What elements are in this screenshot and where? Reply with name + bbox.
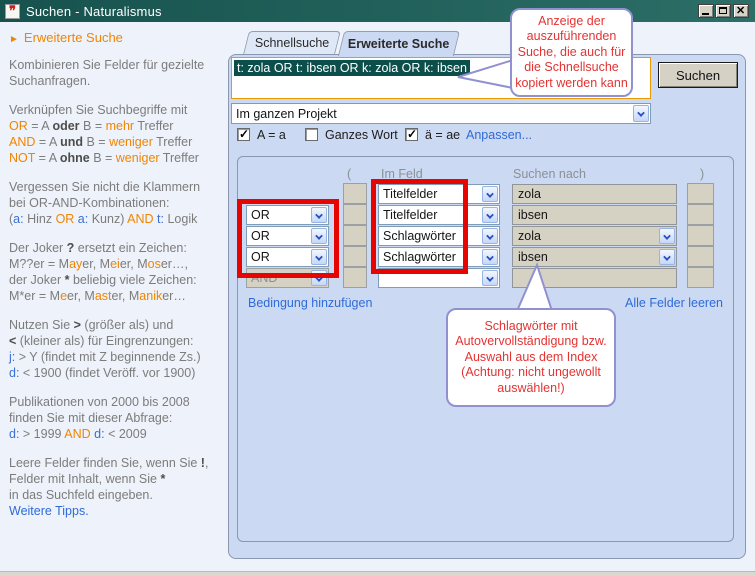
weitere-tipps-link[interactable]: Weitere Tipps. xyxy=(9,503,233,519)
operator-select[interactable]: OR xyxy=(246,226,329,246)
chevron-down-icon[interactable] xyxy=(311,207,327,223)
checkbox-ganzes-wort-label: Ganzes Wort xyxy=(325,128,398,142)
chevron-down-icon[interactable] xyxy=(311,249,327,265)
column-header-open-paren: ( xyxy=(347,167,351,181)
column-header-im-feld: Im Feld xyxy=(381,167,423,181)
window-bottom-edge xyxy=(0,571,755,576)
options-row: ✓ A = a Ganzes Wort ✓ ä = ae Anpassen... xyxy=(0,128,755,144)
term-combobox[interactable]: zola xyxy=(512,226,677,246)
checkbox-a-eq-a-label: A = a xyxy=(257,128,286,142)
app-window: ❞ Suchen - Naturalismus ✕ ►Erweiterte Su… xyxy=(0,0,755,576)
checkbox-ganzes-wort[interactable] xyxy=(305,128,318,141)
tab-erweiterte-suche[interactable]: Erweiterte Suche xyxy=(338,31,460,56)
callout-tail xyxy=(505,262,565,312)
anpassen-link[interactable]: Anpassen... xyxy=(466,128,532,142)
help-paragraph: Kombinieren Sie Felder für gezielteSucha… xyxy=(9,57,233,89)
chevron-down-icon[interactable] xyxy=(482,270,498,286)
close-paren-cell[interactable] xyxy=(687,183,714,204)
open-paren-cell[interactable] xyxy=(343,204,367,225)
help-paragraph: Vergessen Sie nicht die Klammernbei OR-A… xyxy=(9,179,233,227)
triangle-right-icon: ► xyxy=(9,34,19,45)
field-select[interactable] xyxy=(378,268,500,288)
help-paragraph: Publikationen von 2000 bis 2008finden Si… xyxy=(9,394,233,442)
chevron-down-icon[interactable] xyxy=(482,207,498,223)
chevron-down-icon[interactable] xyxy=(482,228,498,244)
term-input[interactable]: ibsen xyxy=(512,205,677,225)
alle-felder-leeren-link[interactable]: Alle Felder leeren xyxy=(625,296,723,310)
maximize-button[interactable] xyxy=(715,4,731,18)
chevron-down-icon[interactable] xyxy=(633,105,649,122)
minimize-button[interactable] xyxy=(698,4,714,18)
term-input[interactable]: zola xyxy=(512,184,677,204)
chevron-down-icon[interactable] xyxy=(482,186,498,202)
callout-keyword-note: Schlagwörter mit Autovervollständigung b… xyxy=(446,308,616,407)
help-paragraph: Leere Felder finden Sie, wenn Sie !,Feld… xyxy=(9,455,233,519)
checkbox-ae-label: ä = ae xyxy=(425,128,460,142)
checkbox-ae[interactable]: ✓ xyxy=(405,128,418,141)
window-title: Suchen - Naturalismus xyxy=(26,4,162,19)
maximize-icon xyxy=(719,7,727,14)
field-select[interactable]: Titelfelder xyxy=(378,184,500,204)
column-header-close-paren: ) xyxy=(700,167,704,181)
advanced-search-heading: ►Erweiterte Suche xyxy=(9,30,233,48)
operator-select[interactable]: OR xyxy=(246,247,329,267)
app-icon: ❞ xyxy=(5,4,20,19)
bedingung-hinzufuegen-link[interactable]: Bedingung hinzufügen xyxy=(248,296,372,310)
help-sidebar: ►Erweiterte Suche Kombinieren Sie Felder… xyxy=(9,30,233,519)
callout-tail xyxy=(455,50,515,92)
help-paragraph: Der Joker ? ersetzt ein Zeichen:M??er = … xyxy=(9,240,233,304)
query-selected-text: t: zola OR t: ibsen OR k: zola OR k: ibs… xyxy=(234,60,470,76)
close-paren-cell[interactable] xyxy=(687,204,714,225)
chevron-down-icon[interactable] xyxy=(482,249,498,265)
help-paragraph: Nutzen Sie > (größer als) und< (kleiner … xyxy=(9,317,233,381)
field-select[interactable]: Schlagwörter xyxy=(378,226,500,246)
scope-select[interactable]: Im ganzen Projekt xyxy=(231,103,651,124)
close-paren-cell[interactable] xyxy=(687,267,714,288)
close-paren-cell[interactable] xyxy=(687,246,714,267)
close-button[interactable]: ✕ xyxy=(733,4,749,18)
chevron-down-icon[interactable] xyxy=(311,270,327,286)
open-paren-cell[interactable] xyxy=(343,183,367,204)
operator-select[interactable]: OR xyxy=(246,205,329,225)
field-select[interactable]: Titelfelder xyxy=(378,205,500,225)
open-paren-cell[interactable] xyxy=(343,267,367,288)
close-icon: ✕ xyxy=(736,5,745,17)
chevron-down-icon[interactable] xyxy=(659,228,675,244)
callout-query-note: Anzeige der auszuführenden Suche, die au… xyxy=(510,8,633,97)
close-paren-cell[interactable] xyxy=(687,225,714,246)
column-header-suchen-nach: Suchen nach xyxy=(513,167,586,181)
minimize-icon xyxy=(702,13,709,15)
titlebar: ❞ Suchen - Naturalismus xyxy=(0,0,755,22)
checkbox-a-eq-a[interactable]: ✓ xyxy=(237,128,250,141)
tab-schnellsuche[interactable]: Schnellsuche xyxy=(243,31,341,54)
field-select[interactable]: Schlagwörter xyxy=(378,247,500,267)
chevron-down-icon[interactable] xyxy=(311,228,327,244)
operator-select-disabled[interactable]: AND xyxy=(246,268,329,288)
open-paren-cell[interactable] xyxy=(343,225,367,246)
open-paren-cell[interactable] xyxy=(343,246,367,267)
suchen-button[interactable]: Suchen xyxy=(658,62,738,88)
chevron-down-icon[interactable] xyxy=(659,249,675,265)
